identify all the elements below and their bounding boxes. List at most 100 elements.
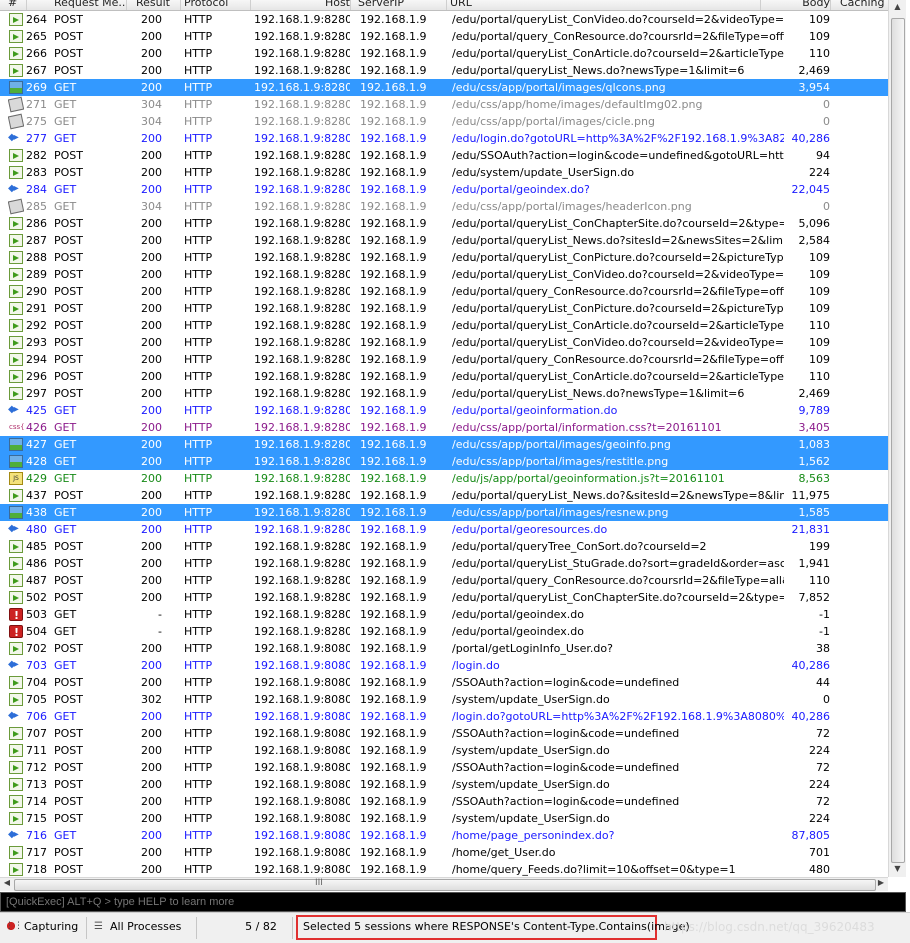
- session-row[interactable]: 282 POST 200 HTTP 192.168.1.9:8280 192.168.1.…: [0, 147, 888, 164]
- session-row[interactable]: 705 POST 302 HTTP 192.168.1.9:8080 192.168.1.…: [0, 691, 888, 708]
- scroll-up-arrow-icon[interactable]: ▲: [892, 2, 903, 14]
- session-row[interactable]: 290 POST 200 HTTP 192.168.1.9:8280 192.168.1.…: [0, 283, 888, 300]
- session-row[interactable]: 294 POST 200 HTTP 192.168.1.9:8280 192.168.1.…: [0, 351, 888, 368]
- column-num[interactable]: #: [8, 0, 27, 10]
- session-row[interactable]: 297 POST 200 HTTP 192.168.1.9:8280 192.168.1.…: [0, 385, 888, 402]
- session-row[interactable]: 267 POST 200 HTTP 192.168.1.9:8280 192.168.1.…: [0, 62, 888, 79]
- session-row[interactable]: 286 POST 200 HTTP 192.168.1.9:8280 192.168.1.…: [0, 215, 888, 232]
- url: /edu/portal/geoindex.do: [452, 608, 584, 621]
- session-number: 486: [26, 557, 47, 570]
- html-get-icon: [8, 181, 23, 197]
- session-row[interactable]: 504 GET - HTTP 192.168.1.9:8280 192.168.1.9/e…: [0, 623, 888, 640]
- vertical-scrollbar[interactable]: ▲ ▼: [888, 0, 906, 877]
- session-row[interactable]: 718 POST 200 HTTP 192.168.1.9:8080 192.168.1.…: [0, 861, 888, 877]
- request-method: POST: [54, 557, 83, 570]
- server-ip: 192.168.1.9: [360, 523, 427, 536]
- protocol: HTTP: [184, 506, 213, 519]
- column-server-ip[interactable]: ServerIP: [358, 0, 447, 10]
- session-row[interactable]: 702 POST 200 HTTP 192.168.1.9:8080 192.168.1.…: [0, 640, 888, 657]
- scroll-right-arrow-icon[interactable]: ▶: [875, 878, 887, 890]
- session-row[interactable]: 438 GET 200 HTTP 192.168.1.9:8280 192.168.1.9…: [0, 504, 888, 521]
- session-row[interactable]: 264 POST 200 HTTP 192.168.1.9:8280 192.168.1.…: [0, 11, 888, 28]
- session-row[interactable]: 291 POST 200 HTTP 192.168.1.9:8280 192.168.1.…: [0, 300, 888, 317]
- session-row[interactable]: 503 GET - HTTP 192.168.1.9:8280 192.168.1.9/e…: [0, 606, 888, 623]
- server-ip: 192.168.1.9: [360, 846, 427, 859]
- url: /system/update_UserSign.do: [452, 812, 610, 825]
- session-row[interactable]: 428 GET 200 HTTP 192.168.1.9:8280 192.168.1.9…: [0, 453, 888, 470]
- quickexec-input[interactable]: [0, 892, 906, 912]
- session-row[interactable]: 266 POST 200 HTTP 192.168.1.9:8280 192.168.1.…: [0, 45, 888, 62]
- session-row[interactable]: 275 GET 304 HTTP 192.168.1.9:8280 192.168.1.9…: [0, 113, 888, 130]
- session-row[interactable]: 429 GET 200 HTTP 192.168.1.9:8280 192.168.1.9…: [0, 470, 888, 487]
- session-row[interactable]: 437 POST 200 HTTP 192.168.1.9:8280 192.168.1.…: [0, 487, 888, 504]
- session-row[interactable]: 425 GET 200 HTTP 192.168.1.9:8280 192.168.1.9…: [0, 402, 888, 419]
- process-filter[interactable]: ☰ All Processes: [92, 917, 192, 937]
- session-row[interactable]: 271 GET 304 HTTP 192.168.1.9:8280 192.168.1.9…: [0, 96, 888, 113]
- server-ip: 192.168.1.9: [360, 438, 427, 451]
- session-row[interactable]: 480 GET 200 HTTP 192.168.1.9:8280 192.168.1.9…: [0, 521, 888, 538]
- session-row[interactable]: 289 POST 200 HTTP 192.168.1.9:8280 192.168.1.…: [0, 266, 888, 283]
- horizontal-scroll-thumb[interactable]: III: [14, 878, 876, 891]
- session-row[interactable]: 711 POST 200 HTTP 192.168.1.9:8080 192.168.1.…: [0, 742, 888, 759]
- session-row[interactable]: 716 GET 200 HTTP 192.168.1.9:8080 192.168.1.9…: [0, 827, 888, 844]
- result-code: 200: [141, 319, 162, 332]
- column-body[interactable]: Body: [764, 0, 831, 10]
- session-row[interactable]: 426 GET 200 HTTP 192.168.1.9:8280 192.168.1.9…: [0, 419, 888, 436]
- scroll-down-arrow-icon[interactable]: ▼: [892, 864, 903, 876]
- session-row[interactable]: 285 GET 304 HTTP 192.168.1.9:8280 192.168.1.9…: [0, 198, 888, 215]
- session-row[interactable]: 287 POST 200 HTTP 192.168.1.9:8280 192.168.1.…: [0, 232, 888, 249]
- column-url[interactable]: URL: [450, 0, 761, 10]
- protocol: HTTP: [184, 659, 213, 672]
- session-row[interactable]: 288 POST 200 HTTP 192.168.1.9:8280 192.168.1.…: [0, 249, 888, 266]
- session-type-cell: [8, 232, 24, 249]
- session-number: 717: [26, 846, 47, 859]
- session-row[interactable]: 277 GET 200 HTTP 192.168.1.9:8280 192.168.1.9…: [0, 130, 888, 147]
- protocol: HTTP: [184, 166, 213, 179]
- session-row[interactable]: 269 GET 200 HTTP 192.168.1.9:8280 192.168.1.9…: [0, 79, 888, 96]
- request-method: POST: [54, 795, 83, 808]
- session-row[interactable]: 712 POST 200 HTTP 192.168.1.9:8080 192.168.1.…: [0, 759, 888, 776]
- request-method: POST: [54, 336, 83, 349]
- session-row[interactable]: 284 GET 200 HTTP 192.168.1.9:8280 192.168.1.9…: [0, 181, 888, 198]
- session-row[interactable]: 707 POST 200 HTTP 192.168.1.9:8080 192.168.1.…: [0, 725, 888, 742]
- column-protocol[interactable]: Protocol: [184, 0, 251, 10]
- body-size: 2,469: [798, 387, 831, 400]
- column-method[interactable]: Request Me...: [54, 0, 127, 10]
- column-caching[interactable]: Caching: [840, 0, 888, 10]
- session-row[interactable]: 487 POST 200 HTTP 192.168.1.9:8280 192.168.1.…: [0, 572, 888, 589]
- protocol: HTTP: [184, 591, 213, 604]
- column-host[interactable]: Host: [254, 0, 351, 10]
- server-ip: 192.168.1.9: [360, 761, 427, 774]
- body-size: 224: [809, 778, 830, 791]
- capturing-toggle[interactable]: Capturing: [4, 916, 84, 937]
- protocol: HTTP: [184, 727, 213, 740]
- session-row[interactable]: 292 POST 200 HTTP 192.168.1.9:8280 192.168.1.…: [0, 317, 888, 334]
- session-row[interactable]: 427 GET 200 HTTP 192.168.1.9:8280 192.168.1.9…: [0, 436, 888, 453]
- session-row[interactable]: 485 POST 200 HTTP 192.168.1.9:8280 192.168.1.…: [0, 538, 888, 555]
- column-result[interactable]: Result: [136, 0, 181, 10]
- session-row[interactable]: 265 POST 200 HTTP 192.168.1.9:8280 192.168.1.…: [0, 28, 888, 45]
- request-method: GET: [54, 98, 77, 111]
- session-row[interactable]: 715 POST 200 HTTP 192.168.1.9:8080 192.168.1.…: [0, 810, 888, 827]
- session-row[interactable]: 713 POST 200 HTTP 192.168.1.9:8080 192.168.1.…: [0, 776, 888, 793]
- session-row[interactable]: 502 POST 200 HTTP 192.168.1.9:8280 192.168.1.…: [0, 589, 888, 606]
- session-row[interactable]: 717 POST 200 HTTP 192.168.1.9:8080 192.168.1.…: [0, 844, 888, 861]
- result-code: 200: [141, 149, 162, 162]
- post-icon: [9, 64, 23, 77]
- session-row[interactable]: 714 POST 200 HTTP 192.168.1.9:8080 192.168.1.…: [0, 793, 888, 810]
- session-row[interactable]: 283 POST 200 HTTP 192.168.1.9:8280 192.168.1.…: [0, 164, 888, 181]
- vertical-scroll-thumb[interactable]: [891, 18, 905, 863]
- session-row[interactable]: 703 GET 200 HTTP 192.168.1.9:8080 192.168.1.9…: [0, 657, 888, 674]
- host: 192.168.1.9:8280: [254, 81, 350, 94]
- scroll-left-arrow-icon[interactable]: ◀: [1, 878, 13, 890]
- session-row[interactable]: 704 POST 200 HTTP 192.168.1.9:8080 192.168.1.…: [0, 674, 888, 691]
- session-number: 438: [26, 506, 47, 519]
- horizontal-scrollbar[interactable]: ◀ III ▶: [0, 877, 888, 891]
- js-icon: [9, 472, 23, 485]
- session-row[interactable]: 706 GET 200 HTTP 192.168.1.9:8080 192.168.1.9…: [0, 708, 888, 725]
- url: /system/update_UserSign.do: [452, 778, 610, 791]
- session-row[interactable]: 296 POST 200 HTTP 192.168.1.9:8280 192.168.1.…: [0, 368, 888, 385]
- request-method: POST: [54, 285, 83, 298]
- session-row[interactable]: 293 POST 200 HTTP 192.168.1.9:8280 192.168.1.…: [0, 334, 888, 351]
- session-row[interactable]: 486 POST 200 HTTP 192.168.1.9:8280 192.168.1.…: [0, 555, 888, 572]
